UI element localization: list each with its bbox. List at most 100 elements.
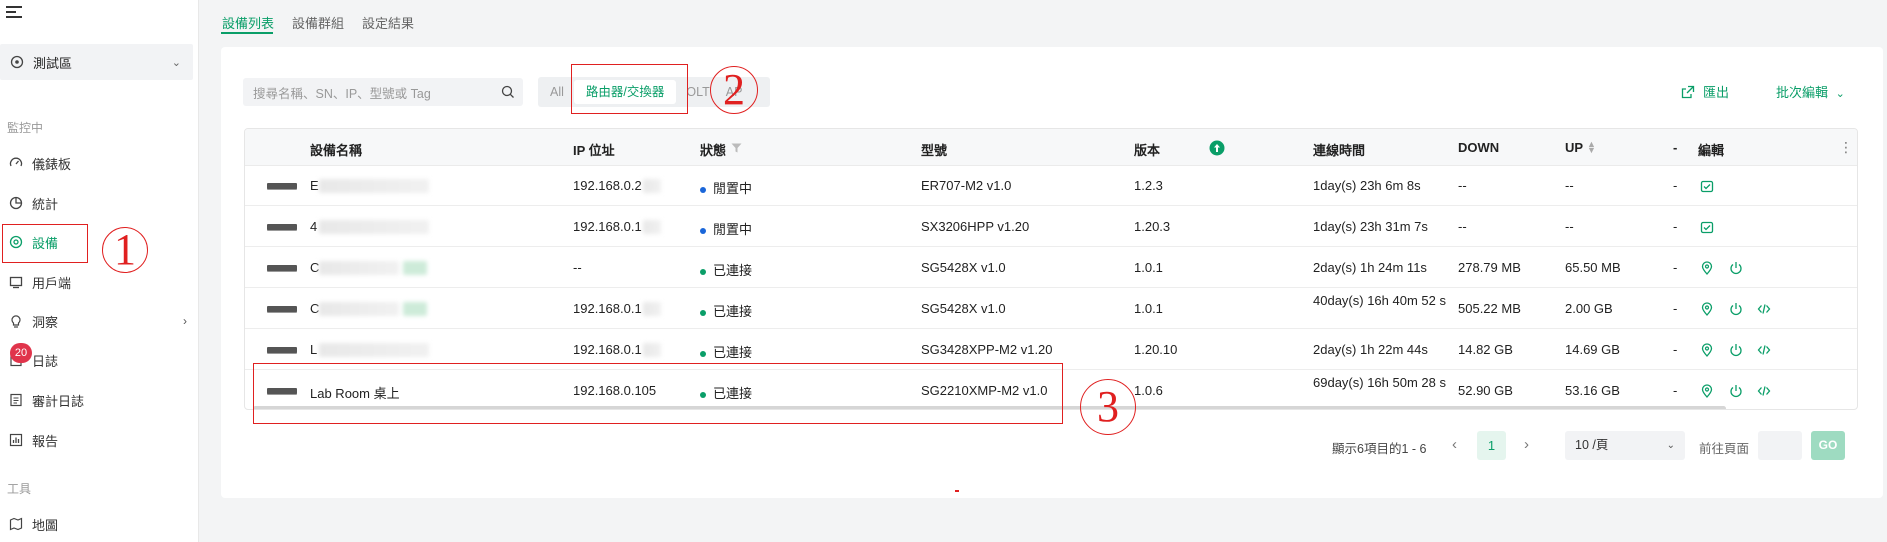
table-row[interactable]: C 192.168.0.1 已連接 SG5428X v1.0 1.0.1 40d… — [245, 289, 1857, 329]
device-version: 1.2.3 — [1134, 178, 1163, 193]
device-status: 已連接 — [700, 342, 752, 361]
col-down[interactable]: DOWN — [1458, 140, 1499, 155]
device-status: 已連接 — [700, 260, 752, 279]
sidebar-item-label: 地圖 — [32, 517, 59, 533]
annotation-circle-3: 3 — [1080, 379, 1136, 435]
power-icon[interactable] — [1729, 343, 1743, 357]
search-input[interactable]: 搜尋名稱、SN、IP、型號或 Tag — [243, 78, 523, 106]
col-status[interactable]: 狀態 — [700, 140, 726, 159]
page-size-select[interactable]: 10 /頁 ⌄ — [1565, 431, 1685, 460]
goto-page-input[interactable] — [1758, 431, 1802, 460]
tab-device-list[interactable]: 設備列表 — [222, 13, 274, 32]
chevron-down-icon: ⌄ — [1666, 440, 1675, 451]
menu-collapse-icon[interactable] — [6, 6, 24, 22]
sidebar-item-dashboard[interactable]: 儀錶板 — [0, 145, 199, 181]
audit-icon — [8, 393, 23, 408]
redacted-name — [319, 302, 399, 316]
client-icon — [8, 275, 23, 290]
sidebar-item-insights[interactable]: 洞察 › — [0, 303, 199, 339]
bulk-edit-dropdown[interactable]: 批次編輯 ⌄ — [1776, 82, 1845, 101]
cli-icon[interactable] — [1757, 343, 1771, 357]
sort-icon[interactable]: ▲ ▼ — [1587, 140, 1596, 155]
annotation-box-3 — [253, 363, 1063, 424]
next-page-icon[interactable]: › — [1524, 436, 1529, 453]
device-version: 1.20.3 — [1134, 219, 1171, 234]
redacted-name — [319, 220, 429, 234]
adopt-icon[interactable] — [1700, 220, 1714, 234]
col-version[interactable]: 版本 — [1134, 140, 1160, 159]
bulk-edit-label: 批次編輯 — [1776, 85, 1829, 100]
device-extra: - — [1673, 219, 1678, 234]
tab-config-results[interactable]: 設定結果 — [362, 13, 414, 32]
cli-icon[interactable] — [1757, 384, 1771, 398]
cli-icon[interactable] — [1757, 302, 1771, 316]
prev-page-icon[interactable]: ‹ — [1452, 436, 1457, 453]
device-down: -- — [1458, 219, 1467, 234]
device-uptime: 40day(s) 16h 40m 52 s — [1313, 293, 1446, 308]
sidebar-item-clients[interactable]: 用戶端 — [0, 264, 199, 300]
device-model: ER707-M2 v1.0 — [921, 178, 1012, 193]
device-ip: 192.168.0.1 — [573, 301, 642, 316]
go-button[interactable]: GO — [1811, 431, 1845, 460]
locate-icon[interactable] — [1700, 384, 1714, 398]
map-icon — [8, 517, 23, 532]
locate-icon[interactable] — [1700, 343, 1714, 357]
col-device-name[interactable]: 設備名稱 — [310, 140, 362, 159]
export-button[interactable]: 匯出 — [1681, 82, 1729, 101]
table-row[interactable]: E 192.168.0.2 閒置中 ER707-M2 v1.0 1.2.3 1d… — [245, 166, 1857, 206]
col-uptime[interactable]: 連線時間 — [1313, 140, 1365, 159]
sidebar-item-label: 報告 — [32, 433, 59, 449]
device-model: SX3206HPP v1.20 — [921, 219, 1030, 234]
pie-chart-icon — [8, 196, 23, 211]
device-version: 1.0.1 — [1134, 301, 1163, 316]
device-version: 1.0.6 — [1134, 383, 1163, 398]
locate-icon[interactable] — [1700, 261, 1714, 275]
sidebar-item-label: 日誌 — [32, 353, 59, 369]
filter-all[interactable]: All — [544, 80, 570, 104]
tab-device-groups[interactable]: 設備群組 — [292, 13, 344, 32]
device-down: 14.82 GB — [1458, 342, 1513, 357]
col-edit: 編輯 — [1698, 143, 1725, 158]
device-extra: - — [1673, 301, 1678, 316]
device-up: -- — [1565, 219, 1574, 234]
device-version: 1.0.1 — [1134, 260, 1163, 275]
filter-icon[interactable] — [731, 143, 742, 153]
col-ip[interactable]: IP 位址 — [573, 140, 615, 159]
device-up: 65.50 MB — [1565, 260, 1621, 275]
device-image — [267, 265, 297, 271]
active-tab-indicator — [221, 32, 273, 34]
table-row[interactable]: 4 192.168.0.1 閒置中 SX3206HPP v1.20 1.20.3… — [245, 207, 1857, 247]
report-icon — [8, 433, 23, 448]
chevron-right-icon: › — [183, 314, 187, 328]
upgrade-icon[interactable] — [1209, 140, 1225, 156]
page-number-current[interactable]: 1 — [1477, 431, 1506, 460]
device-uptime: 69day(s) 16h 50m 28 s — [1313, 375, 1446, 390]
device-ip: 192.168.0.2 — [573, 178, 642, 193]
sidebar-item-audit-logs[interactable]: 審計日誌 — [0, 382, 199, 418]
site-selector[interactable]: 測試區 ⌄ — [0, 44, 193, 80]
col-up[interactable]: UP — [1565, 140, 1583, 155]
sidebar-item-label: 統計 — [32, 196, 59, 212]
more-icon[interactable]: ⋮ — [1839, 139, 1853, 156]
sidebar-item-reports[interactable]: 報告 — [0, 422, 199, 458]
sidebar-item-statistics[interactable]: 統計 — [0, 185, 199, 221]
chevron-down-icon: ⌄ — [171, 56, 181, 69]
locate-icon[interactable] — [1700, 302, 1714, 316]
chevron-down-icon: ⌄ — [1835, 88, 1845, 100]
adopt-icon[interactable] — [1700, 179, 1714, 193]
site-name: 測試區 — [33, 55, 73, 71]
table-row[interactable]: C -- 已連接 SG5428X v1.0 1.0.1 2day(s) 1h 2… — [245, 248, 1857, 288]
col-model[interactable]: 型號 — [921, 140, 947, 159]
device-name: C — [310, 301, 320, 316]
section-title-monitor: 監控中 — [7, 121, 44, 135]
redacted-tag — [403, 261, 427, 275]
device-image — [267, 224, 297, 230]
redacted-tag — [403, 302, 427, 316]
power-icon[interactable] — [1729, 261, 1743, 275]
sidebar-item-map[interactable]: 地圖 — [0, 506, 199, 542]
col-extra: - — [1673, 140, 1678, 155]
power-icon[interactable] — [1729, 384, 1743, 398]
annotation-box-2 — [571, 64, 688, 114]
power-icon[interactable] — [1729, 302, 1743, 316]
device-up: 53.16 GB — [1565, 383, 1620, 398]
